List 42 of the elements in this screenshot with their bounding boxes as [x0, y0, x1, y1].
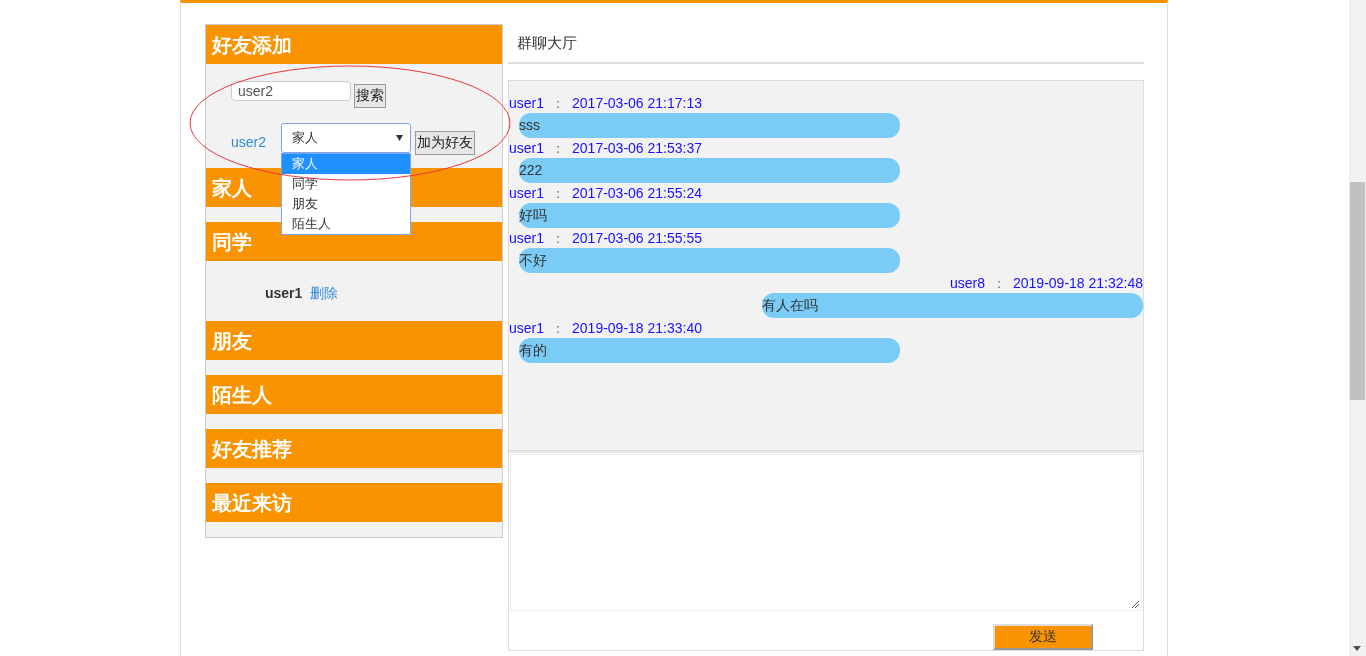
section-header: 好友推荐: [206, 429, 502, 469]
scrollbar[interactable]: [1349, 0, 1366, 656]
message-bubble: 有的: [519, 338, 900, 363]
message-sender: user8: [949, 274, 985, 293]
resize-grip-icon: [1131, 600, 1139, 608]
message-sender: user1: [509, 139, 545, 158]
message-bubble: 好吗: [519, 203, 900, 228]
message-time: 2017-03-06 21:53:37: [572, 139, 703, 158]
chat-title: 群聊大厅: [508, 24, 1144, 64]
separator-colon: ：: [551, 319, 566, 338]
message-sender: user1: [509, 94, 545, 113]
section-header: 陌生人: [206, 375, 502, 415]
add-friend-button[interactable]: 加为好友: [415, 131, 475, 155]
message-input[interactable]: [510, 454, 1142, 611]
separator-colon: ：: [551, 94, 566, 113]
message-sender: user1: [509, 184, 545, 203]
caret-icon: [396, 135, 403, 141]
group-select[interactable]: 家人: [281, 123, 411, 153]
section-header: 最近来访: [206, 483, 502, 523]
message-bubble: 不好: [519, 248, 900, 273]
message-time: 2017-03-06 21:55:24: [572, 184, 703, 203]
message-sender: user1: [509, 319, 545, 338]
message-sender: user1: [509, 229, 545, 248]
separator-colon: ：: [551, 184, 566, 203]
message-bubble: 222: [519, 158, 900, 183]
friend-name: user1: [265, 284, 303, 303]
separator-colon: ：: [551, 229, 566, 248]
section-header: 朋友: [206, 321, 502, 361]
dropdown-option[interactable]: 同学: [282, 174, 410, 194]
message-time: 2019-09-18 21:32:48: [1013, 274, 1143, 293]
scroll-down-arrow-icon[interactable]: [1353, 646, 1361, 651]
separator-colon: ：: [992, 274, 1006, 293]
message-time: 2019-09-18 21:33:40: [572, 319, 703, 338]
send-button[interactable]: 发送: [993, 624, 1093, 650]
message-bubble: sss: [519, 113, 900, 138]
section-header: 好友添加: [206, 25, 502, 64]
search-field[interactable]: user2: [231, 81, 351, 101]
separator-colon: ：: [551, 139, 566, 158]
message-bubble: 有人在吗: [762, 293, 1143, 318]
search-button[interactable]: 搜索: [354, 84, 386, 108]
message-time: 2017-03-06 21:17:13: [572, 94, 703, 113]
message-time: 2017-03-06 21:55:55: [572, 229, 703, 248]
